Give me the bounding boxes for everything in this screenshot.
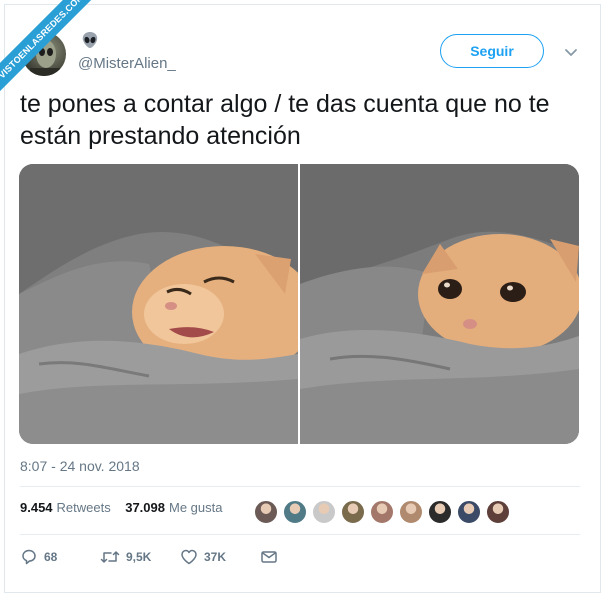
liker-avatar[interactable] <box>312 500 336 524</box>
reply-count: 68 <box>44 550 58 564</box>
reply-button[interactable]: 68 <box>20 548 57 566</box>
likes-label: Me gusta <box>168 500 223 515</box>
heart-icon <box>180 548 198 566</box>
envelope-icon <box>260 548 278 566</box>
watermark-text: VISTOENLASREDES.COM <box>0 0 102 97</box>
liker-avatar[interactable] <box>428 500 452 524</box>
message-button[interactable] <box>260 548 278 566</box>
retweets-count: 9.454 <box>20 500 53 515</box>
watermark-ribbon: VISTOENLASREDES.COM <box>0 0 110 110</box>
divider <box>20 486 580 487</box>
photo-cat-sad[interactable] <box>300 164 579 444</box>
follow-button[interactable]: Seguir <box>440 34 544 68</box>
like-button[interactable]: 37K <box>180 548 226 566</box>
likes-count: 37.098 <box>125 500 165 515</box>
liker-avatars <box>254 500 510 524</box>
likes-stat[interactable]: 37.098 Me gusta <box>125 500 222 515</box>
liker-avatar[interactable] <box>370 500 394 524</box>
retweets-stat[interactable]: 9.454 Retweets <box>20 500 114 515</box>
liker-avatar[interactable] <box>341 500 365 524</box>
retweet-icon <box>100 548 120 566</box>
tweet-timestamp[interactable]: 8:07 - 24 nov. 2018 <box>20 458 140 474</box>
liker-avatar[interactable] <box>457 500 481 524</box>
tweet-media[interactable] <box>19 164 579 444</box>
reply-icon <box>20 548 38 566</box>
liker-avatar[interactable] <box>486 500 510 524</box>
retweets-label: Retweets <box>56 500 111 515</box>
like-count: 37K <box>204 550 227 564</box>
photo-cat-talking[interactable] <box>19 164 298 444</box>
divider <box>20 534 580 535</box>
chevron-down-icon[interactable] <box>561 42 581 62</box>
liker-avatar[interactable] <box>399 500 423 524</box>
liker-avatar[interactable] <box>254 500 278 524</box>
liker-avatar[interactable] <box>283 500 307 524</box>
retweet-count: 9,5K <box>126 550 152 564</box>
tweet-stats: 9.454 Retweets 37.098 Me gusta <box>20 500 222 526</box>
retweet-button[interactable]: 9,5K <box>100 548 151 566</box>
